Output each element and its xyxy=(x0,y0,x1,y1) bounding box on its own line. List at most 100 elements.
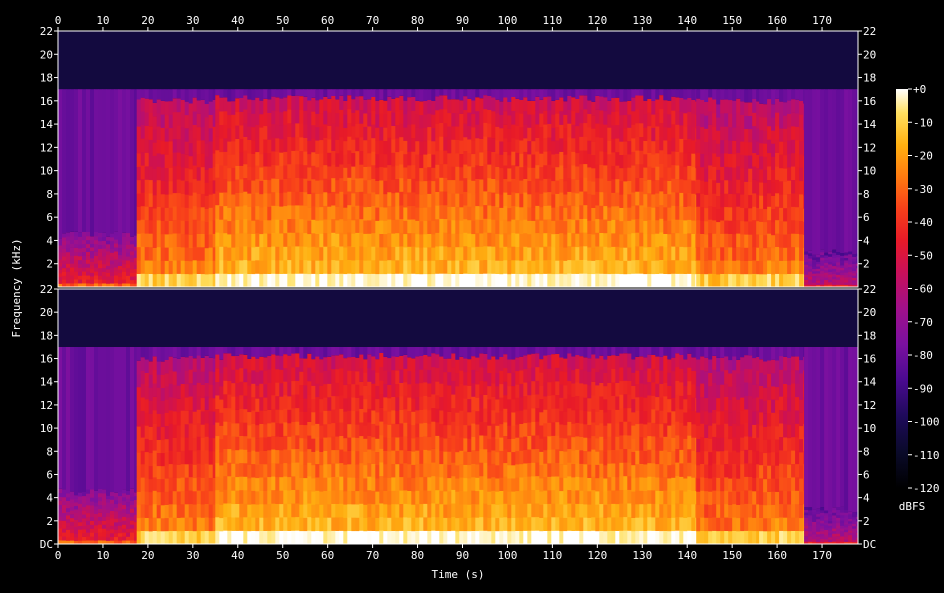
spectrogram-segment xyxy=(58,347,138,545)
y-tick-label: DC xyxy=(40,538,53,551)
x-tick-label: 70 xyxy=(366,549,379,562)
colorbar-tick-label: -90 xyxy=(913,382,933,395)
x-tick-label: 60 xyxy=(321,14,334,27)
y-tick-label: 16 xyxy=(40,353,53,366)
spectrogram-segment xyxy=(696,347,760,545)
colorbar-tick-label: -20 xyxy=(913,150,933,163)
channel-2-spectrogram xyxy=(57,288,859,545)
y-tick-label: 2 xyxy=(46,258,53,271)
y-tick-label: 22 xyxy=(40,283,53,296)
y-axis-left: 2 4 6 8 10 12 14 16 18 20 22 DC 2 4 6 8 10 12 14 16 18 20 22 xyxy=(40,25,58,551)
x-tick-label: 130 xyxy=(632,14,652,27)
y-tick-label: 6 xyxy=(46,468,53,481)
y-tick-label: 12 xyxy=(40,141,53,154)
x-tick-label: 30 xyxy=(186,549,199,562)
x-tick-label: 140 xyxy=(677,549,697,562)
channel-1-spectrogram xyxy=(57,30,859,288)
spectrogram-segment xyxy=(136,89,216,288)
x-tick-label: 50 xyxy=(276,14,289,27)
y-tick-label: 8 xyxy=(46,188,53,201)
x-tick-label: 100 xyxy=(498,549,518,562)
y-tick-label: 2 xyxy=(46,515,53,528)
spectrogram-chart: 0 10 20 30 40 50 60 70 80 90 100 110 120 130 140 150 160… xyxy=(10,14,940,581)
y-tick-label: 2 xyxy=(863,258,870,271)
y-tick-label: 22 xyxy=(40,25,53,38)
y-tick-label: 14 xyxy=(40,376,54,389)
y-tick-label: 10 xyxy=(40,422,53,435)
x-axis-top: 0 10 20 30 40 50 60 70 80 90 100 110 120 130 140 150 160… xyxy=(55,14,832,31)
x-tick-label: 70 xyxy=(366,14,379,27)
x-tick-label: 150 xyxy=(722,14,742,27)
x-axis-title: Time (s) xyxy=(432,568,485,581)
x-tick-label: 170 xyxy=(812,14,832,27)
y-axis-right: 2 4 6 8 10 12 14 16 18 20 22 DC 2 4 6 8 10 12 14 16 18 20 22 xyxy=(858,25,877,551)
spectrogram-segment xyxy=(759,347,805,545)
spectrogram-segment xyxy=(759,89,805,288)
y-tick-label: 14 xyxy=(863,376,877,389)
x-tick-label: 170 xyxy=(812,549,832,562)
colorbar: +0 -10 -20 -30 -40 -50 -60 -70 -80 -90 -100 -110 -12… xyxy=(896,83,940,513)
x-tick-label: 80 xyxy=(411,14,424,27)
colorbar-gradient xyxy=(896,89,908,488)
x-tick-label: 10 xyxy=(96,549,109,562)
y-tick-label: 22 xyxy=(863,25,876,38)
y-tick-label: 12 xyxy=(40,399,53,412)
x-tick-label: 20 xyxy=(141,14,154,27)
y-tick-label: 20 xyxy=(40,48,53,61)
colorbar-tick-label: -50 xyxy=(913,249,933,262)
y-tick-label: 8 xyxy=(863,445,870,458)
x-tick-label: 130 xyxy=(632,549,652,562)
x-tick-label: 60 xyxy=(321,549,334,562)
y-tick-label: 18 xyxy=(40,72,53,85)
x-tick-label: 110 xyxy=(542,549,562,562)
y-tick-label: 14 xyxy=(863,118,877,131)
colorbar-tick-label: -120 xyxy=(913,482,940,495)
y-tick-label: 10 xyxy=(863,422,876,435)
y-tick-label: 16 xyxy=(863,95,876,108)
y-tick-label: 4 xyxy=(46,234,53,247)
y-tick-label: 10 xyxy=(863,165,876,178)
y-tick-label: 6 xyxy=(863,211,870,224)
x-tick-label: 20 xyxy=(141,549,154,562)
colorbar-tick-label: -110 xyxy=(913,449,940,462)
colorbar-tick-label: -60 xyxy=(913,283,933,296)
colorbar-tick-label: -10 xyxy=(913,116,933,129)
x-tick-label: 120 xyxy=(587,549,607,562)
x-tick-label: 140 xyxy=(677,14,697,27)
y-tick-label: 6 xyxy=(863,468,870,481)
y-tick-label: 8 xyxy=(863,188,870,201)
y-tick-label: 6 xyxy=(46,211,53,224)
x-tick-label: 160 xyxy=(767,549,787,562)
colorbar-tick-label: -40 xyxy=(913,216,933,229)
colorbar-tick-label: +0 xyxy=(913,83,926,96)
x-tick-label: 90 xyxy=(456,549,469,562)
x-tick-label: 160 xyxy=(767,14,787,27)
y-tick-label: 4 xyxy=(46,492,53,505)
y-tick-label: 12 xyxy=(863,399,876,412)
y-tick-label: 18 xyxy=(863,329,876,342)
colorbar-tick-label: -70 xyxy=(913,316,933,329)
x-tick-label: 40 xyxy=(231,14,244,27)
x-tick-label: 30 xyxy=(186,14,199,27)
y-tick-label: 4 xyxy=(863,234,870,247)
y-tick-label: 22 xyxy=(863,283,876,296)
y-tick-label: 18 xyxy=(863,72,876,85)
x-tick-label: 10 xyxy=(96,14,109,27)
spectrogram-segment xyxy=(58,89,138,288)
spectrogram-segment xyxy=(215,89,697,288)
y-axis-title: Frequency (kHz) xyxy=(10,238,23,337)
colorbar-tick-label: -100 xyxy=(913,416,940,429)
colorbar-tick-label: -80 xyxy=(913,349,933,362)
x-tick-label: 90 xyxy=(456,14,469,27)
y-tick-label: DC xyxy=(863,538,876,551)
y-tick-label: 4 xyxy=(863,492,870,505)
x-tick-label: 80 xyxy=(411,549,424,562)
y-tick-label: 20 xyxy=(40,306,53,319)
y-tick-label: 14 xyxy=(40,118,54,131)
x-tick-label: 50 xyxy=(276,549,289,562)
y-tick-label: 16 xyxy=(40,95,53,108)
y-tick-label: 2 xyxy=(863,515,870,528)
y-tick-label: 8 xyxy=(46,445,53,458)
x-tick-label: 40 xyxy=(231,549,244,562)
x-tick-label: 0 xyxy=(55,549,62,562)
